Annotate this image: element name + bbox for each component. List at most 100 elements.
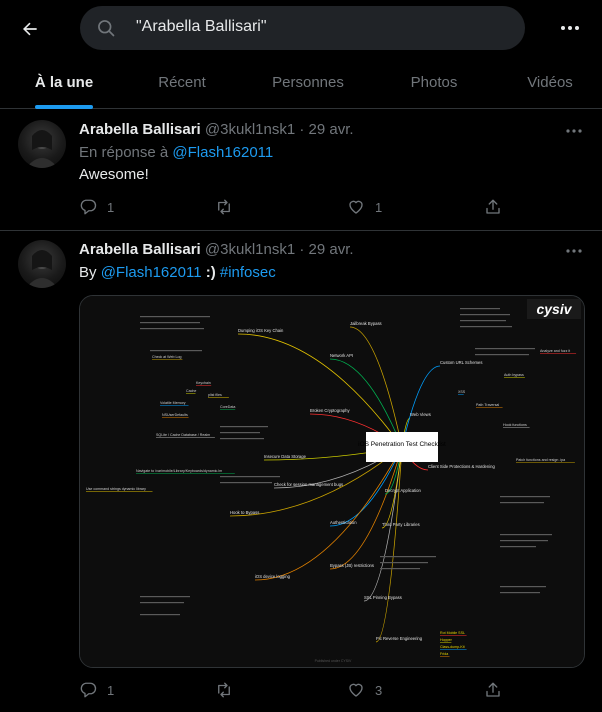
- reply-icon: [80, 682, 97, 698]
- mindmap-branch: Pic Reverse Engineering: [376, 636, 423, 641]
- back-button[interactable]: [14, 13, 46, 45]
- mindmap-footer: Published under CYSIV: [315, 659, 352, 663]
- more-icon: [566, 249, 582, 253]
- tab-label: Vidéos: [527, 74, 573, 91]
- tab-active-indicator: [35, 105, 93, 109]
- retweet-icon: [218, 682, 230, 698]
- mindmap-branch: iOS device logging: [255, 574, 291, 579]
- timestamp[interactable]: 29 avr.: [309, 241, 354, 258]
- mindmap-leaf: Frida: [440, 652, 448, 656]
- tweet-image[interactable]: Jailbreak Bypass Dumping iOS Key Chain Net…: [79, 295, 585, 668]
- mindmap-branch: Custom URL Schemes: [440, 360, 482, 365]
- reply-button[interactable]: 1: [79, 680, 114, 700]
- mindmap-leaf: NSUserDefaults: [162, 413, 188, 417]
- tweet-more-button[interactable]: [563, 122, 585, 140]
- mindmap-leaf: Rot Mobile SSL: [440, 631, 465, 635]
- tweet[interactable]: Arabella Ballisari @3kukl1nsk1 · 29 avr.…: [0, 110, 602, 231]
- more-icon: [561, 26, 579, 30]
- mindmap-annotation: [220, 476, 280, 478]
- mindmap-annotation: [500, 534, 552, 536]
- tab-latest[interactable]: Récent: [140, 56, 224, 109]
- search-input[interactable]: "Arabella Ballisari": [80, 6, 525, 50]
- mindmap-annotation: [380, 562, 428, 564]
- mention-link[interactable]: @Flash162011: [101, 264, 202, 281]
- mindmap-annotation: [500, 592, 540, 594]
- mindmap-annotation: [140, 596, 190, 598]
- tab-photos[interactable]: Photos: [394, 56, 474, 109]
- reply-button[interactable]: 1: [79, 197, 114, 217]
- mindmap-annotation: [500, 546, 536, 548]
- mindmap-leaf: Check at Web Log: [152, 355, 182, 359]
- mindmap-annotation: [220, 438, 264, 440]
- reply-context: En réponse à @Flash162011: [79, 144, 273, 161]
- tab-people[interactable]: Personnes: [262, 56, 354, 109]
- mindmap-leaf: Auth bypass: [504, 373, 524, 377]
- share-icon: [486, 199, 500, 214]
- tweet-text: By @Flash162011 :) #infosec: [79, 264, 276, 281]
- reply-prefix: En réponse à: [79, 144, 173, 161]
- mindmap-annotation: [150, 350, 202, 352]
- mindmap-annotation: [500, 586, 546, 588]
- mindmap-annotation: [140, 602, 184, 604]
- mindmap-branch: Third Party Libraries: [382, 522, 420, 527]
- mindmap-annotation: [500, 496, 550, 498]
- retweet-button[interactable]: [215, 197, 243, 217]
- search-tabs: À la une Récent Personnes Photos Vidéos: [0, 56, 602, 109]
- handle[interactable]: @3kukl1nsk1: [205, 241, 295, 258]
- mindmap-center: iOS Penetration Test Checklist: [358, 441, 446, 448]
- mindmap-leaf: Patch functions and resign .ipa: [516, 458, 565, 462]
- mindmap-annotation: [460, 320, 506, 322]
- mindmap-leaf: Cache: [186, 389, 196, 393]
- display-name[interactable]: Arabella Ballisari: [79, 121, 201, 138]
- mindmap-branch: SSL Pinning Bypass: [364, 595, 402, 600]
- mindmap-branch: Bypass (JB) restrictions: [330, 563, 374, 568]
- avatar[interactable]: [18, 120, 66, 168]
- reply-mention-link[interactable]: @Flash162011: [172, 144, 273, 161]
- mindmap-branch: Authentication: [330, 520, 357, 525]
- more-options-button[interactable]: [556, 14, 584, 42]
- mindmap-leaf: Use command strings dynamic library: [86, 487, 146, 491]
- mindmap-leaf: Path Traversal: [476, 403, 499, 407]
- mindmap-leaf: Volatile Memory: [160, 401, 186, 405]
- share-button[interactable]: [484, 680, 502, 700]
- share-button[interactable]: [484, 197, 502, 217]
- tab-videos[interactable]: Vidéos: [510, 56, 590, 109]
- mindmap-annotation: [140, 328, 204, 330]
- mindmap-annotation: [475, 354, 529, 356]
- display-name[interactable]: Arabella Ballisari: [79, 241, 201, 258]
- mindmap-annotation: [140, 614, 180, 616]
- search-header: "Arabella Ballisari": [0, 0, 602, 56]
- retweet-button[interactable]: [215, 680, 243, 700]
- handle[interactable]: @3kukl1nsk1: [205, 121, 295, 138]
- mindmap-branch: Jailbreak Bypass: [350, 321, 382, 326]
- tweet-more-button[interactable]: [563, 242, 585, 260]
- mindmap-branch: Decrypt Application: [385, 488, 422, 493]
- like-icon: [349, 200, 363, 214]
- cysiv-logo: cysiv: [536, 301, 572, 317]
- tab-top[interactable]: À la une: [20, 56, 108, 109]
- mindmap-annotation: [500, 540, 548, 542]
- mindmap-annotation: [380, 568, 420, 570]
- like-button[interactable]: 1: [347, 197, 382, 217]
- like-button[interactable]: 3: [347, 680, 382, 700]
- tweet-text-by: By: [79, 264, 101, 281]
- separator: ·: [295, 241, 309, 258]
- back-arrow-icon: [23, 22, 37, 36]
- mindmap-leaf: Hook functions: [503, 423, 527, 427]
- mindmap-branch: Broken Cryptography: [310, 408, 350, 413]
- tab-label: Photos: [410, 74, 458, 91]
- mindmap-annotation: [460, 308, 500, 310]
- mindmap-annotation: [140, 322, 200, 324]
- like-icon: [349, 683, 363, 697]
- like-count: 3: [375, 682, 383, 698]
- retweet-icon: [218, 199, 230, 215]
- reply-count: 1: [107, 682, 115, 698]
- search-icon: [98, 20, 115, 37]
- hashtag-link[interactable]: #infosec: [220, 264, 276, 281]
- timestamp[interactable]: 29 avr.: [309, 121, 354, 138]
- mindmap-leaf: Hopper: [440, 638, 453, 642]
- mindmap-branch: Insecure Data Storage: [264, 454, 307, 459]
- tweet-header: Arabella Ballisari @3kukl1nsk1 · 29 avr.: [79, 241, 354, 261]
- mindmap-annotation: [460, 314, 510, 316]
- avatar[interactable]: [18, 240, 66, 288]
